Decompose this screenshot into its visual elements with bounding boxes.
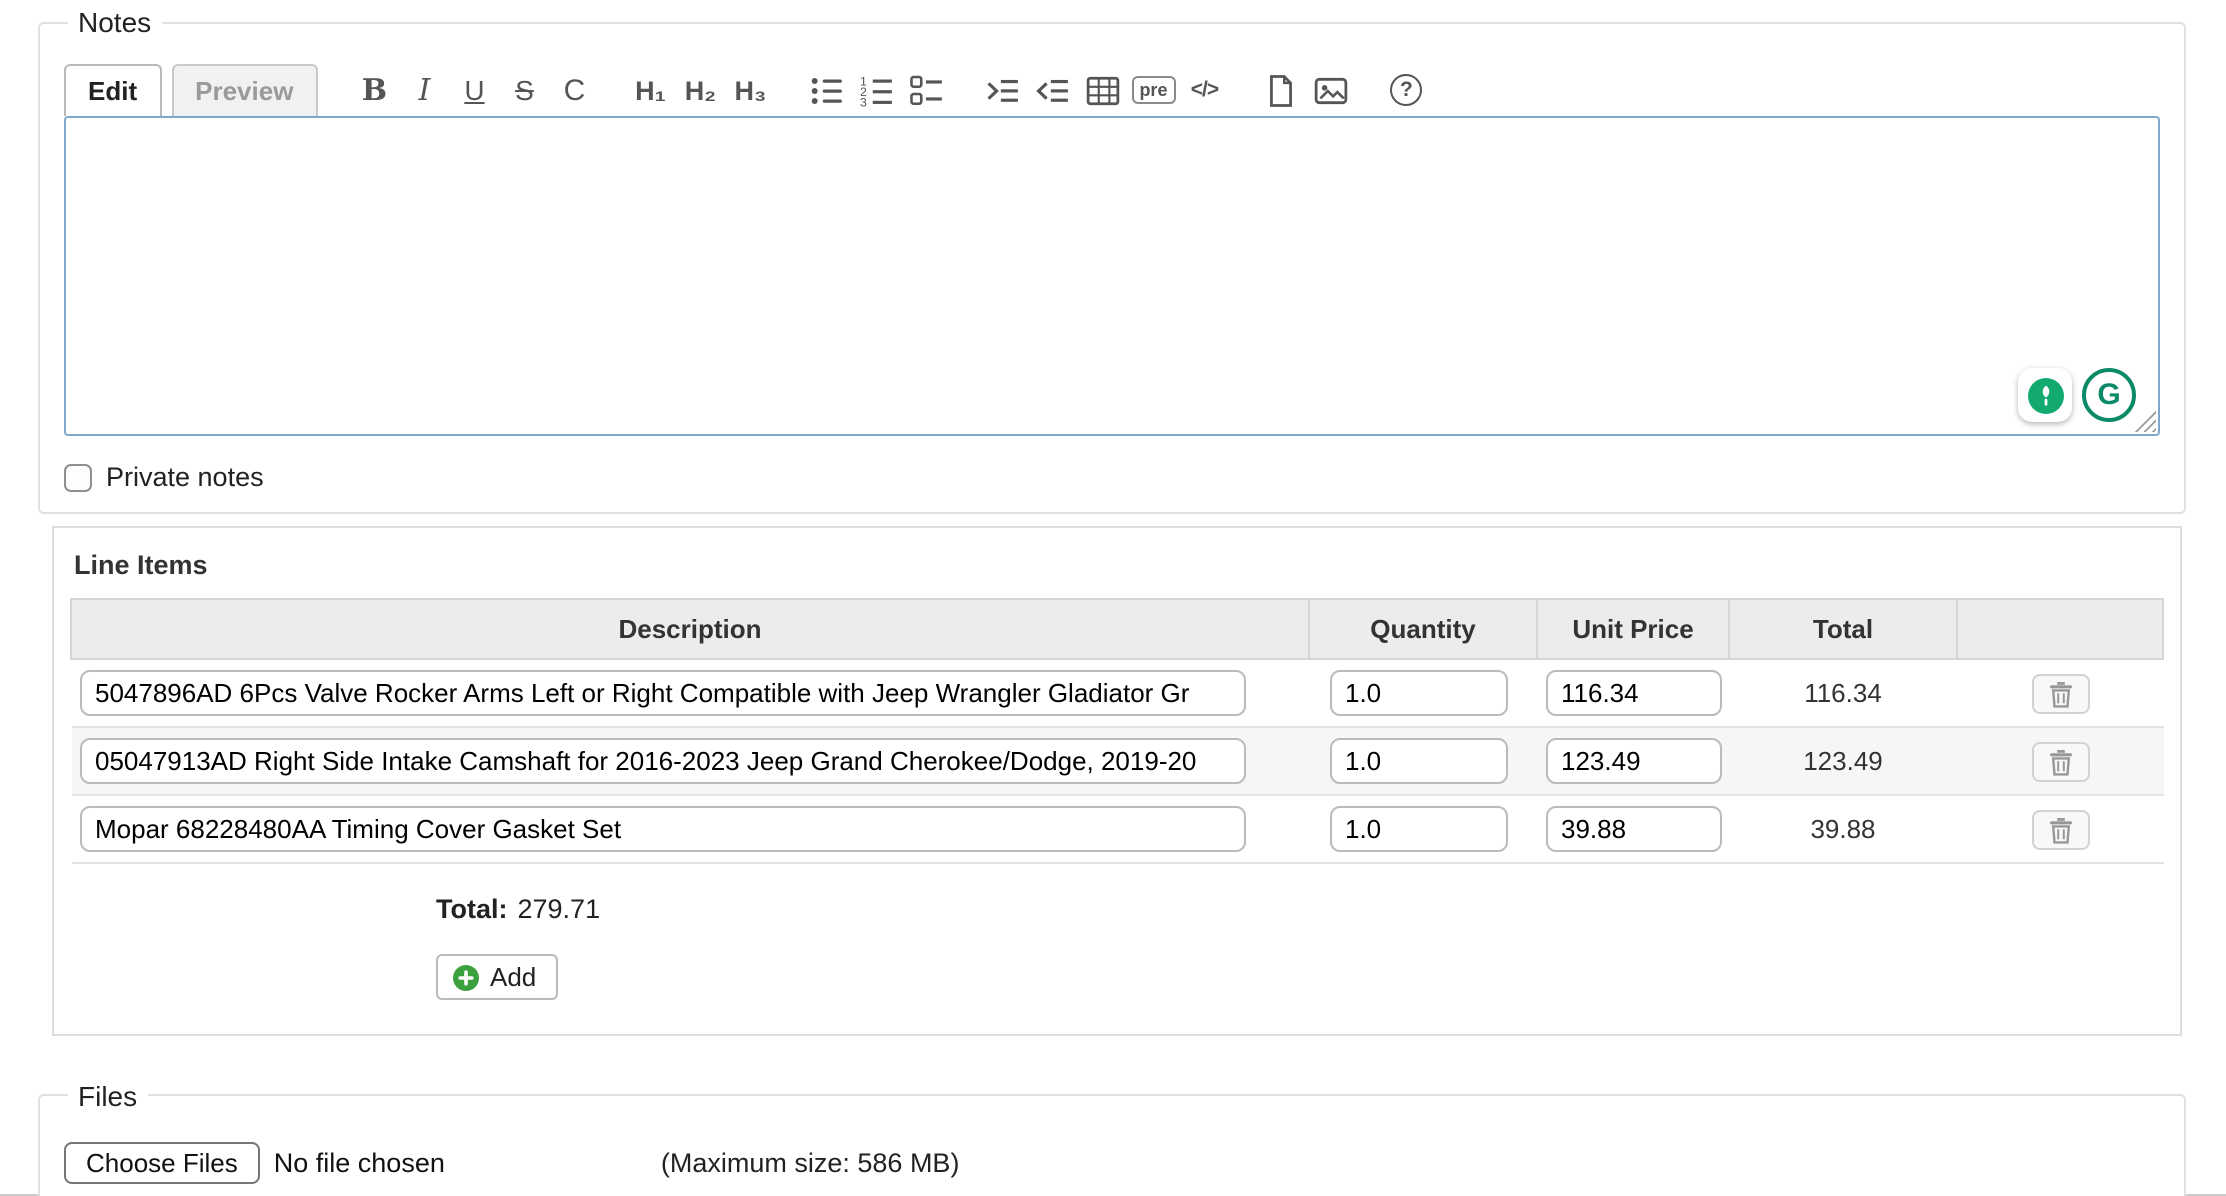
delete-row-button[interactable] [2031,673,2089,713]
table-icon [1085,73,1119,107]
row-total-value: 123.49 [1803,746,1883,776]
notes-editor: Edit Preview B I U S C H₁ H₂ H₃ [64,62,2160,436]
bold-icon: B [362,72,387,108]
choose-files-button[interactable]: Choose Files [64,1141,260,1183]
italic-button[interactable]: I [399,66,449,114]
col-quantity: Quantity [1309,599,1537,659]
grammarly-suggestions-icon [2027,377,2063,413]
max-size-note: (Maximum size: 586 MB) [661,1147,960,1177]
bold-button[interactable]: B [349,66,399,114]
file-upload-row: Choose Files No file chosen (Maximum siz… [64,1141,2160,1183]
total-value: 279.71 [518,894,601,924]
notes-legend: Notes [68,6,161,38]
issue-form-page: Notes Edit Preview B I U S C H₁ H₂ [0,0,2226,1196]
grammarly-badges: G [2018,368,2136,422]
pre-icon: pre [1131,76,1175,104]
unquote-button[interactable] [1027,66,1077,114]
line-item-row: 116.34 [71,659,2163,727]
preformatted-button[interactable]: pre [1127,66,1179,114]
private-notes-row: Private notes [64,462,2160,492]
inline-code-icon: C [564,73,586,107]
grammarly-suggestions-button[interactable] [2018,368,2072,422]
underline-icon: U [464,74,484,106]
row-total-value: 116.34 [1804,678,1882,708]
unit-price-input[interactable] [1545,806,1721,852]
line-items-title: Line Items [74,550,2164,580]
col-total: Total [1729,599,1957,659]
private-notes-label: Private notes [106,462,264,492]
heading3-button[interactable]: H₃ [725,66,775,114]
files-legend: Files [68,1079,147,1111]
indent-icon [985,73,1019,107]
notes-fieldset: Notes Edit Preview B I U S C H₁ H₂ [38,6,2186,514]
line-items-total: Total: 279.71 [436,894,2164,924]
editor-toolbar: Edit Preview B I U S C H₁ H₂ H₃ [64,62,2160,116]
col-actions [1957,599,2163,659]
unordered-list-icon [809,73,843,107]
quantity-input[interactable] [1329,670,1507,716]
line-item-row: 123.49 [71,727,2163,795]
help-icon: ? [1390,74,1422,106]
strikethrough-icon: S [515,74,534,106]
add-button-label: Add [490,962,536,992]
tab-edit[interactable]: Edit [64,64,161,116]
outdent-icon [1035,73,1069,107]
attach-file-icon [1263,73,1297,107]
description-input[interactable] [79,670,1245,716]
inline-code-button[interactable]: C [549,66,599,114]
ordered-list-icon: 123 [859,73,893,107]
notes-textarea[interactable] [64,116,2160,436]
insert-file-button[interactable] [1255,66,1305,114]
trash-icon [2047,815,2073,843]
heading3-icon: H₃ [734,75,766,105]
trash-icon [2047,747,2073,775]
tab-preview[interactable]: Preview [171,64,317,116]
quantity-input[interactable] [1329,806,1507,852]
line-items-header-row: Description Quantity Unit Price Total [71,599,2163,659]
task-list-button[interactable] [901,66,951,114]
notes-textarea-wrapper: G [64,116,2160,436]
image-icon [1313,73,1347,107]
description-input[interactable] [79,806,1245,852]
heading2-icon: H₂ [685,75,717,105]
files-fieldset: Files Choose Files No file chosen (Maxim… [38,1079,2186,1196]
code-block-button[interactable]: </> [1179,66,1229,114]
table-button[interactable] [1077,66,1127,114]
heading2-button[interactable]: H₂ [675,66,725,114]
total-label: Total: [436,894,508,924]
grammarly-g-icon: G [2097,378,2120,412]
strikethrough-button[interactable]: S [499,66,549,114]
delete-row-button[interactable] [2031,809,2089,849]
unit-price-input[interactable] [1545,670,1721,716]
svg-text:3: 3 [859,95,866,107]
add-plus-icon [452,963,480,991]
col-unit-price: Unit Price [1537,599,1729,659]
unit-price-input[interactable] [1545,738,1721,784]
quantity-input[interactable] [1329,738,1507,784]
heading1-icon: H₁ [635,75,666,105]
no-file-chosen-text: No file chosen [274,1147,445,1177]
code-block-icon: </> [1191,78,1218,102]
help-button[interactable]: ? [1381,66,1431,114]
line-items-section: Line Items Description Quantity Unit Pri… [52,526,2182,1035]
line-item-row: 39.88 [71,795,2163,863]
line-items-table: Description Quantity Unit Price Total 11… [70,598,2164,864]
add-line-item-button[interactable]: Add [436,954,558,1000]
trash-icon [2047,679,2073,707]
description-input[interactable] [79,738,1245,784]
italic-icon: I [419,72,431,108]
private-notes-checkbox[interactable] [64,463,92,491]
blockquote-button[interactable] [977,66,1027,114]
heading1-button[interactable]: H₁ [625,66,675,114]
row-total-value: 39.88 [1810,814,1875,844]
insert-image-button[interactable] [1305,66,1355,114]
task-list-icon [909,73,943,107]
delete-row-button[interactable] [2031,741,2089,781]
underline-button[interactable]: U [449,66,499,114]
col-description: Description [71,599,1309,659]
formatting-toolbar: B I U S C H₁ H₂ H₃ [349,64,1457,116]
grammarly-button[interactable]: G [2082,368,2136,422]
ordered-list-button[interactable]: 123 [851,66,901,114]
unordered-list-button[interactable] [801,66,851,114]
